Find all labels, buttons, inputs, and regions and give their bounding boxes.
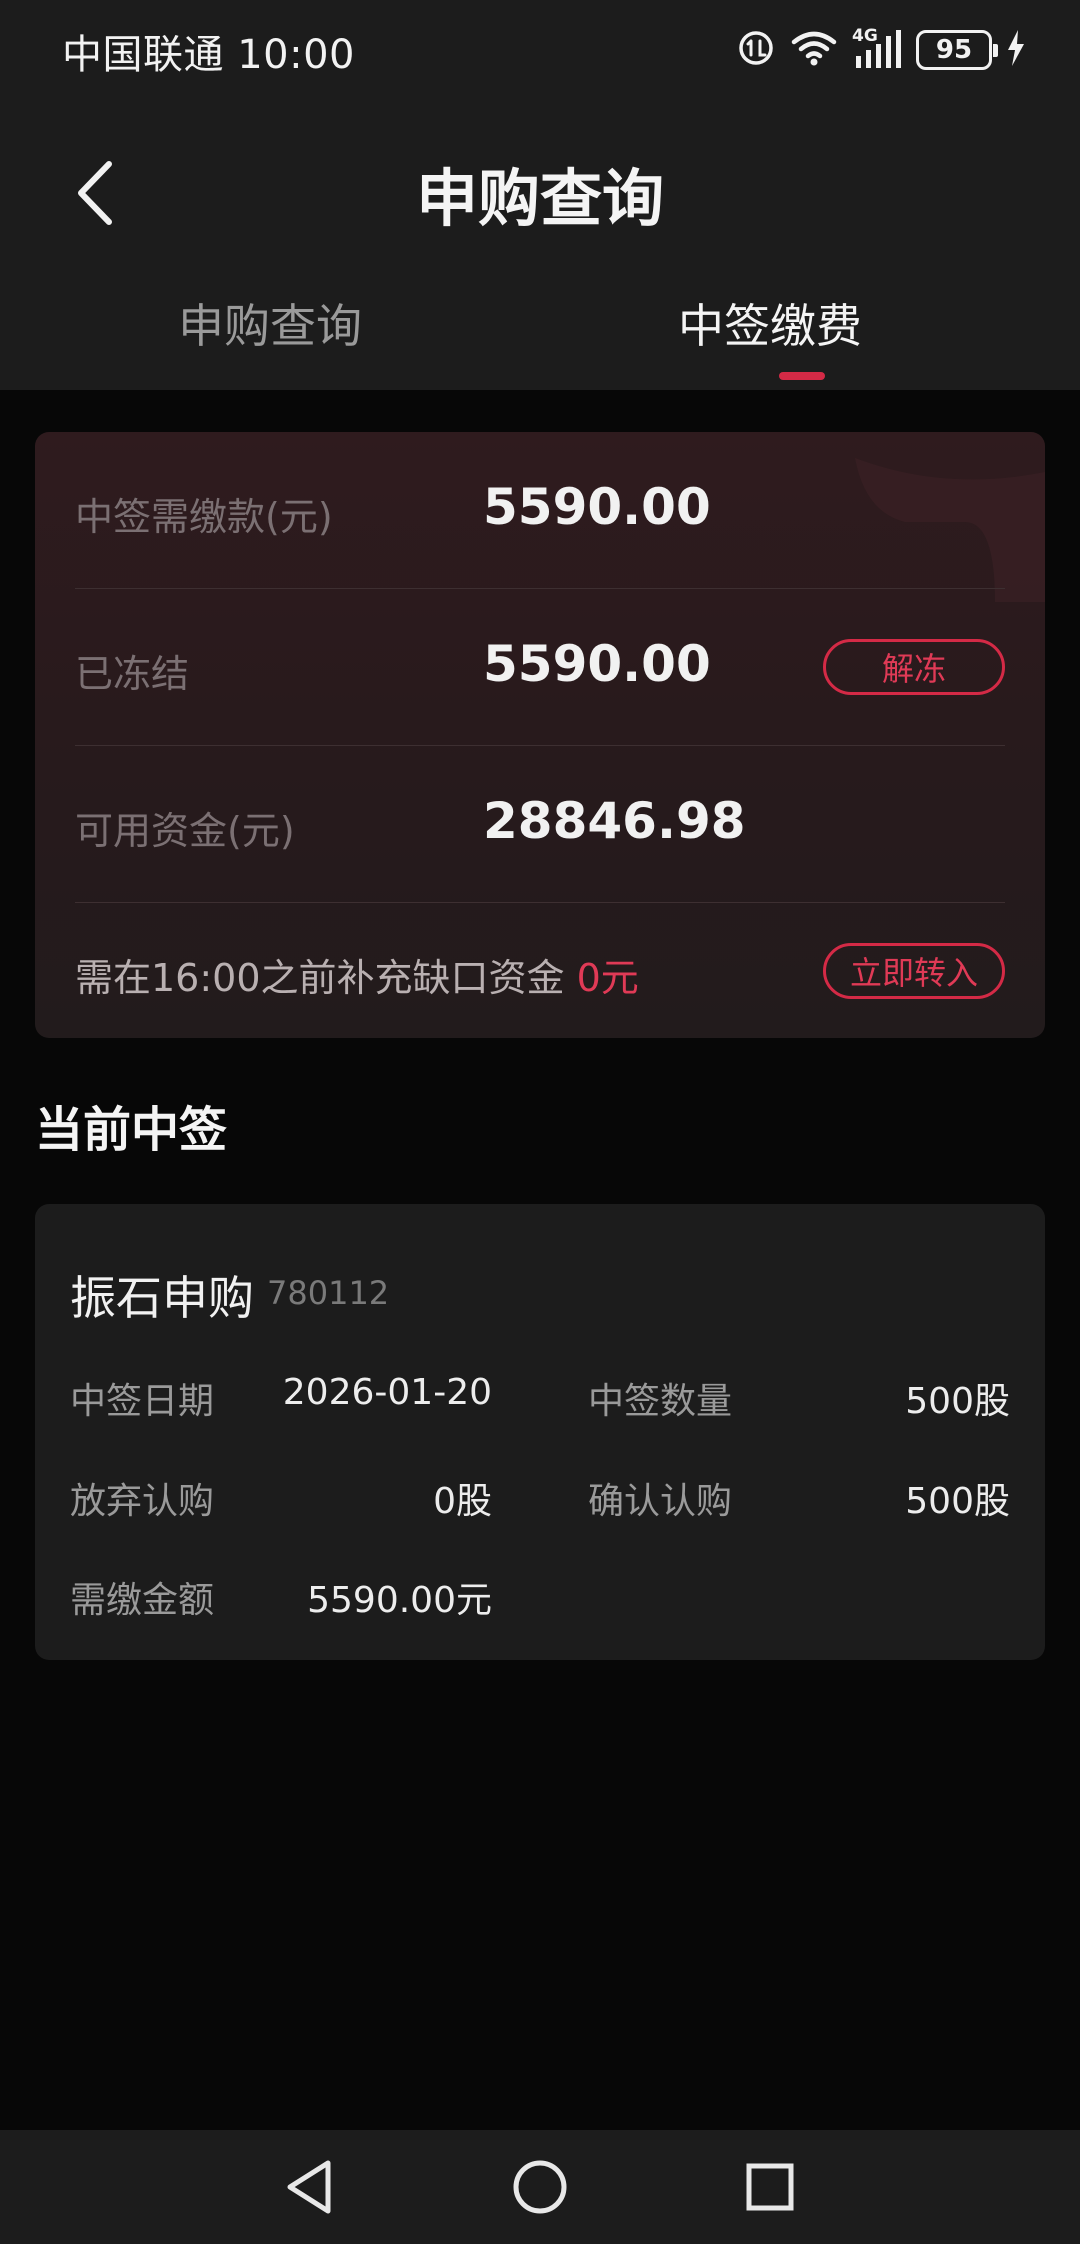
available-funds-value: 28846.98 <box>483 792 746 850</box>
current-allotment-title: 当前中签 <box>35 1102 228 1158</box>
payment-summary-card: 中签需缴款(元) 5590.00 已冻结 5590.00 解冻 可用资金(元) … <box>35 432 1045 1038</box>
unfreeze-button[interactable]: 解冻 <box>823 639 1005 695</box>
amount-due-label: 中签需缴款(元) <box>75 495 333 539</box>
page-title: 申购查询 <box>415 162 664 235</box>
carrier-time: 中国联通 10:00 <box>62 32 355 78</box>
payment-amount-label: 需缴金额 <box>70 1580 215 1621</box>
allotment-card[interactable]: 振石申购 780112 中签日期 2026-01-20 中签数量 500股 放弃… <box>35 1204 1045 1660</box>
payment-amount-value: 5590.00元 <box>307 1580 492 1621</box>
confirm-value: 500股 <box>905 1481 1010 1522</box>
data-saver-icon <box>736 28 776 72</box>
nav-back-button[interactable] <box>275 2152 345 2222</box>
transfer-in-button[interactable]: 立即转入 <box>823 943 1005 999</box>
charging-bolt-icon <box>1006 28 1026 72</box>
stock-name: 振石申购 <box>70 1271 254 1325</box>
available-funds-row: 可用资金(元) 28846.98 <box>75 746 1005 903</box>
active-tab-indicator <box>779 372 825 380</box>
abandon-value: 0股 <box>433 1481 492 1522</box>
confirm-label: 确认认购 <box>588 1481 733 1522</box>
nav-home-button[interactable] <box>505 2152 575 2222</box>
stock-code: 780112 <box>267 1274 390 1312</box>
abandon-label: 放弃认购 <box>70 1481 215 1522</box>
amount-due-value: 5590.00 <box>483 478 711 536</box>
app-header: 申购查询 申购查询 中签缴费 <box>0 100 1080 390</box>
system-nav-bar <box>0 2130 1080 2244</box>
tab-allotment-payment[interactable]: 中签缴费 <box>540 290 1080 356</box>
available-funds-label: 可用资金(元) <box>75 809 295 853</box>
screen: 中国联通 10:00 4G 95 申购查询 申购查询 中签缴费 中签需缴款(元)… <box>0 0 1080 2244</box>
square-recent-icon <box>746 2163 794 2211</box>
tab-subscription-query[interactable]: 申购查询 <box>0 290 540 356</box>
funding-notice-row: 需在16:00之前补充缺口资金 0元 立即转入 <box>75 903 1005 1038</box>
win-date-value: 2026-01-20 <box>282 1372 492 1413</box>
funding-notice-text: 需在16:00之前补充缺口资金 <box>75 956 577 1000</box>
wifi-icon <box>790 28 838 72</box>
status-icons: 4G 95 <box>736 26 1026 74</box>
circle-home-icon <box>513 2160 567 2214</box>
frozen-label: 已冻结 <box>75 652 190 696</box>
cellular-signal-icon: 4G <box>852 26 902 72</box>
battery-indicator: 95 <box>916 30 998 70</box>
win-date-label: 中签日期 <box>70 1381 215 1422</box>
frozen-row: 已冻结 5590.00 解冻 <box>75 589 1005 746</box>
funding-notice: 需在16:00之前补充缺口资金 0元 <box>75 947 639 1002</box>
status-bar: 中国联通 10:00 4G 95 <box>0 0 1080 100</box>
amount-due-row: 中签需缴款(元) 5590.00 <box>75 432 1005 589</box>
shortfall-amount: 0元 <box>576 956 639 1000</box>
nav-recent-button[interactable] <box>735 2152 805 2222</box>
battery-level: 95 <box>935 35 973 65</box>
win-quantity-label: 中签数量 <box>588 1381 733 1422</box>
frozen-value: 5590.00 <box>483 635 711 693</box>
win-quantity-value: 500股 <box>905 1381 1010 1422</box>
triangle-back-icon <box>287 2160 331 2214</box>
